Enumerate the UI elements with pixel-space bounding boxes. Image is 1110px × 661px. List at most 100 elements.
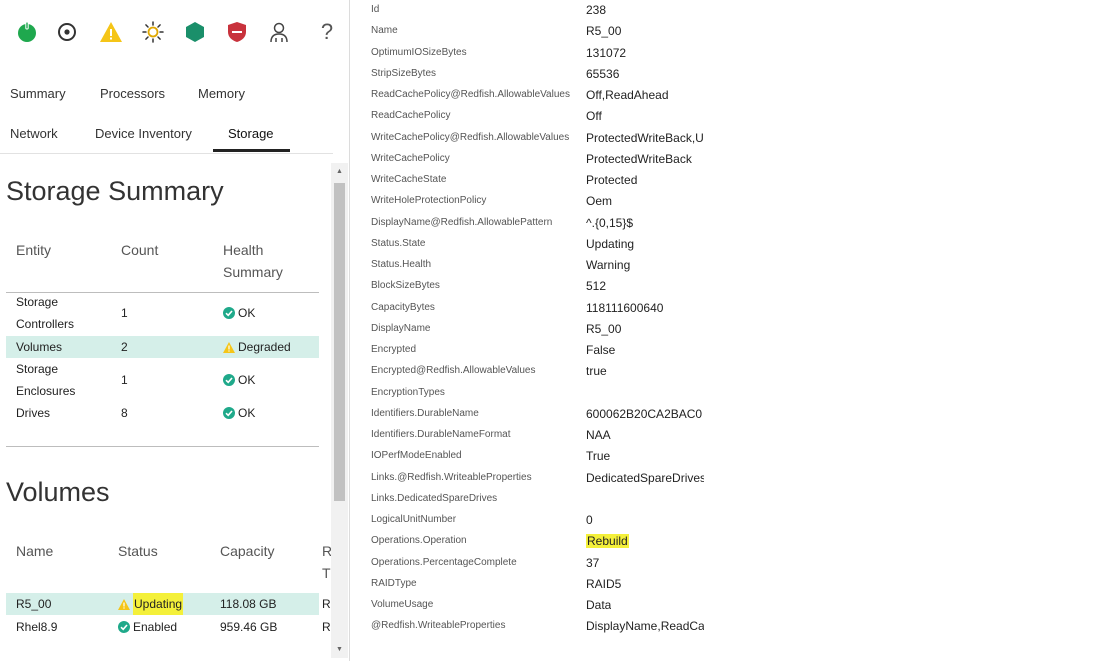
summary-row-entity: Storage Controllers: [16, 295, 75, 331]
scrollbar-thumb[interactable]: [334, 183, 345, 501]
storage-summary-title: Storage Summary: [6, 176, 224, 206]
property-value: RAID5: [586, 577, 622, 591]
property-value: true: [586, 364, 607, 378]
property-key: DisplayName: [371, 323, 431, 334]
property-value: 65536: [586, 67, 620, 81]
column-header-capacity: Capacity: [220, 543, 275, 559]
property-key: @Redfish.WriteableProperties: [371, 620, 506, 631]
sun-icon[interactable]: [138, 14, 168, 50]
volume-row-capacity: 959.46 GB: [220, 620, 278, 634]
highlighted-value: Rebuild: [586, 534, 629, 548]
property-value: R5_00: [586, 322, 622, 336]
property-value: Off: [586, 109, 602, 123]
column-header-raid: R T: [322, 543, 331, 581]
property-value: Oem: [586, 194, 613, 208]
shield-icon[interactable]: [222, 14, 252, 50]
summary-row-health: OK: [223, 302, 255, 326]
property-value: 118111600640: [586, 301, 664, 315]
property-key: LogicalUnitNumber: [371, 514, 457, 525]
scroll-up-arrow-icon[interactable]: ▲: [331, 163, 348, 180]
property-key: Operations.PercentageComplete: [371, 557, 517, 568]
ok-check-icon: [223, 374, 235, 386]
property-value: DisplayName,ReadCac: [586, 619, 704, 633]
summary-row-count: 2: [121, 340, 128, 354]
property-value: Warning: [586, 258, 631, 272]
volumes-title: Volumes: [6, 477, 110, 507]
storage-scroll-content[interactable]: Storage Summary Entity Count Health Summ…: [0, 154, 331, 661]
property-key: BlockSizeBytes: [371, 280, 440, 291]
property-key: Links.DedicatedSpareDrives: [371, 493, 498, 504]
summary-row-health: OK: [223, 369, 255, 393]
tab-storage[interactable]: Storage: [228, 126, 274, 141]
summary-row-count: 1: [121, 306, 128, 320]
volume-row-status: Updating: [118, 593, 184, 617]
column-header-entity: Entity: [16, 242, 52, 258]
volume-properties-panel: Id 238 Name R5_00 OptimumIOSizeBytes 131072 St…: [350, 0, 1110, 661]
warning-icon[interactable]: [96, 14, 126, 50]
summary-row-entity: Volumes: [16, 340, 63, 354]
column-header-name: Name: [16, 543, 54, 559]
tab-device-inventory[interactable]: Device Inventory: [95, 126, 192, 141]
property-key: Identifiers.DurableNameFormat: [371, 429, 511, 440]
property-key: Encrypted@Redfish.AllowableValues: [371, 365, 536, 376]
hexagon-icon[interactable]: [180, 14, 210, 50]
status-toolbar: ?: [0, 14, 349, 50]
column-header-health-summary: Health Summary: [223, 242, 283, 280]
summary-row-health: OK: [223, 402, 255, 426]
help-icon[interactable]: ?: [312, 14, 342, 50]
property-value: NAA: [586, 428, 611, 442]
volume-row-capacity: 118.08 GB: [220, 597, 277, 611]
property-value: Data: [586, 598, 612, 612]
ok-check-icon: [118, 621, 130, 633]
scroll-down-arrow-icon[interactable]: ▼: [331, 641, 348, 658]
volume-row-raid: R: [322, 597, 331, 611]
property-value: R5_00: [586, 24, 622, 38]
tab-memory[interactable]: Memory: [198, 86, 245, 101]
property-value: 0: [586, 513, 593, 527]
ok-check-icon: [223, 307, 235, 319]
volume-row-name[interactable]: Rhel8.9: [16, 616, 57, 638]
column-header-count: Count: [121, 242, 159, 258]
tab-summary[interactable]: Summary: [10, 86, 66, 101]
summary-bottom-divider: [6, 446, 319, 447]
left-panel: ? Summary Processors Memory Network Devi…: [0, 0, 350, 661]
vertical-scrollbar[interactable]: ▲ ▼: [331, 163, 348, 658]
tab-processors[interactable]: Processors: [100, 86, 165, 101]
property-key: Operations.Operation: [371, 535, 467, 546]
property-value: Protected: [586, 173, 638, 187]
warning-icon: [223, 341, 235, 353]
summary-row-entity: Drives: [16, 406, 51, 420]
target-icon[interactable]: [52, 14, 82, 50]
property-key: Status.Health: [371, 259, 432, 270]
summary-row-health: Degraded: [223, 336, 291, 360]
warning-icon: [118, 598, 130, 610]
property-value: ProtectedWriteBack,U: [586, 131, 704, 145]
ok-check-icon: [223, 407, 235, 419]
property-value: ^.{0,15}$: [586, 216, 634, 230]
property-key: ReadCachePolicy: [371, 110, 451, 121]
user-icon[interactable]: [264, 14, 294, 50]
property-key: Encrypted: [371, 344, 417, 355]
property-value: Updating: [586, 237, 635, 251]
property-key: IOPerfModeEnabled: [371, 450, 462, 461]
property-key: EncryptionTypes: [371, 387, 445, 398]
property-value: Off,ReadAhead: [586, 88, 669, 102]
summary-row-entity: Storage Enclosures: [16, 362, 76, 398]
volume-row-status: Enabled: [118, 616, 177, 640]
property-value: 131072: [586, 46, 627, 60]
property-key: StripSizeBytes: [371, 68, 437, 79]
property-key: Identifiers.DurableName: [371, 408, 479, 419]
property-value: 600062B20CA2BAC0: [586, 407, 703, 421]
property-value: DedicatedSpareDrives: [586, 471, 704, 485]
property-key: Links.@Redfish.WriteableProperties: [371, 472, 532, 483]
property-key: RAIDType: [371, 578, 417, 589]
property-value: True: [586, 449, 611, 463]
property-key: Status.State: [371, 238, 426, 249]
volume-row-name[interactable]: R5_00: [16, 593, 51, 615]
summary-row-count: 8: [121, 406, 128, 420]
power-icon[interactable]: [12, 14, 42, 50]
tab-network[interactable]: Network: [10, 126, 58, 141]
property-value: 238: [586, 3, 607, 17]
property-value: False: [586, 343, 616, 357]
property-key: VolumeUsage: [371, 599, 434, 610]
